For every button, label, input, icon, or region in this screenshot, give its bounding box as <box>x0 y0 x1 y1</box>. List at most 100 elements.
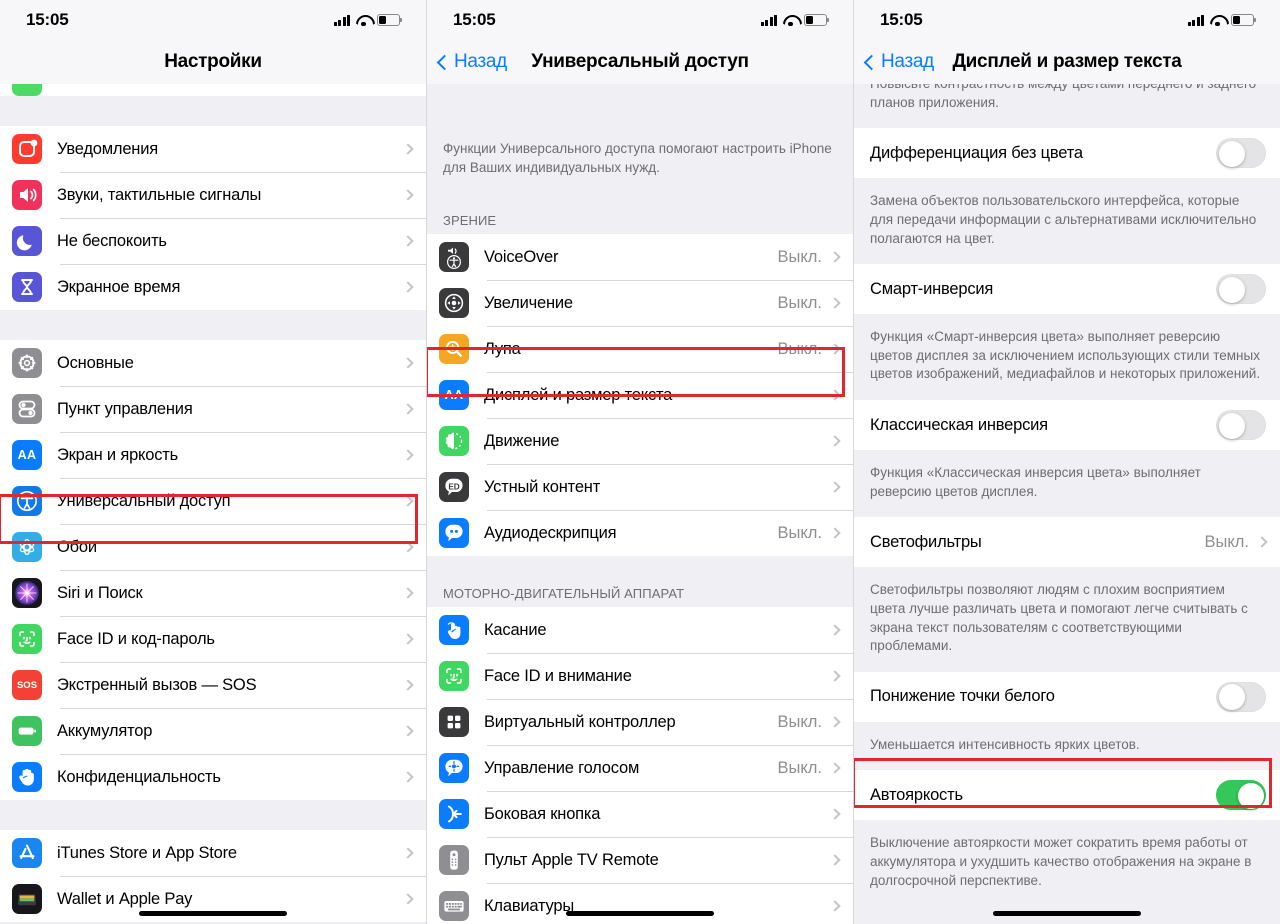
section-header-motor: МОТОРНО-ДВИГАТЕЛЬНЫЙ АППАРАТ <box>427 556 853 608</box>
back-button[interactable]: Назад <box>863 51 934 73</box>
chevron-right-icon <box>829 297 841 309</box>
display-text-size-list[interactable]: Повысьте контрастность между цветами пер… <box>854 84 1280 924</box>
accessibility-row-label: Управление голосом <box>484 758 640 777</box>
row-differentiate-without-color[interactable]: Дифференциация без цвета <box>854 128 1280 179</box>
accessibility-row-value: Выкл. <box>777 339 822 358</box>
accessibility-list[interactable]: Функции Универсального доступа помогают … <box>427 84 853 924</box>
accessibility-row-value: Выкл. <box>777 293 822 312</box>
row-color-filters[interactable]: Светофильтры Выкл. <box>854 517 1280 568</box>
row-label: Светофильтры <box>870 532 982 551</box>
accessibility-row-label: Виртуальный контроллер <box>484 712 676 731</box>
settings-row-label: Siri и Поиск <box>57 583 143 602</box>
settings-row-face-id-passcode[interactable]: Face ID и код-пароль <box>0 616 426 662</box>
settings-row-label: Экран и яркость <box>57 445 179 464</box>
settings-row-do-not-disturb[interactable]: Не беспокоить <box>0 218 426 264</box>
reduce-white-point-toggle[interactable] <box>1216 681 1266 712</box>
settings-row-emergency-sos[interactable]: SOS Экстренный вызов — SOS <box>0 662 426 708</box>
accessibility-row-zoom[interactable]: Увеличение Выкл. <box>427 280 853 327</box>
row-classic-invert[interactable]: Классическая инверсия <box>854 400 1280 450</box>
do-not-disturb-icon <box>12 226 42 256</box>
settings-row-control-center[interactable]: Пункт управления <box>0 386 426 432</box>
settings-row-label: Универсальный доступ <box>57 491 231 510</box>
spoken-content-icon: ED <box>439 472 469 503</box>
back-button-label: Назад <box>881 51 934 72</box>
group-color-filters: Светофильтры Выкл. <box>854 517 1280 568</box>
status-icons <box>760 14 829 27</box>
chevron-right-icon <box>402 235 414 247</box>
accessibility-row-switch-control[interactable]: Виртуальный контроллер Выкл. <box>427 699 853 746</box>
back-button[interactable]: Назад <box>436 51 507 73</box>
chevron-right-icon <box>402 847 414 859</box>
cellular-signal-icon <box>760 14 777 26</box>
classic-invert-toggle[interactable] <box>1216 410 1266 440</box>
accessibility-row-magnifier[interactable]: Лупа Выкл. <box>427 326 853 373</box>
page-title: Настройки <box>164 51 262 72</box>
svg-text:ED: ED <box>448 483 459 492</box>
audio-description-icon <box>439 518 469 549</box>
back-button-label: Назад <box>454 51 507 72</box>
settings-row-battery[interactable]: Аккумулятор <box>0 708 426 754</box>
settings-list[interactable]: Уведомления Звуки, тактильные сигналы Не… <box>0 84 426 924</box>
accessibility-row-motion[interactable]: Движение <box>427 418 853 465</box>
footer-auto-brightness: Выключение автояркости может сократить в… <box>854 820 1280 907</box>
chevron-right-icon <box>829 670 841 682</box>
differentiate-without-color-toggle[interactable] <box>1216 138 1266 169</box>
accessibility-row-keyboards[interactable]: Клавиатуры <box>427 883 853 924</box>
accessibility-row-apple-tv-remote[interactable]: Пульт Apple TV Remote <box>427 837 853 884</box>
row-reduce-white-point[interactable]: Понижение точки белого <box>854 671 1280 722</box>
accessibility-row-side-button[interactable]: Боковая кнопка <box>427 791 853 838</box>
settings-row-general[interactable]: Основные <box>0 340 426 386</box>
switch-control-icon <box>439 707 469 738</box>
battery-settings-icon <box>12 716 42 746</box>
accessibility-row-label: Движение <box>484 431 560 450</box>
accessibility-row-touch[interactable]: Касание <box>427 607 853 654</box>
auto-brightness-toggle[interactable] <box>1216 780 1266 811</box>
status-bar-2: 15:05 <box>427 0 853 40</box>
sos-icon: SOS <box>12 670 42 700</box>
clipped-top-row[interactable] <box>0 84 426 96</box>
smart-invert-toggle[interactable] <box>1216 274 1266 305</box>
accessibility-row-face-id-attention[interactable]: Face ID и внимание <box>427 653 853 700</box>
row-label: Дифференциация без цвета <box>870 143 1083 162</box>
accessibility-row-label: Увеличение <box>484 293 573 312</box>
settings-row-label: Уведомления <box>57 139 158 158</box>
chevron-right-icon <box>829 762 841 774</box>
settings-row-label: Wallet и Apple Pay <box>57 889 193 908</box>
row-auto-brightness[interactable]: Автояркость <box>854 770 1280 821</box>
wifi-icon <box>356 15 371 27</box>
settings-row-notifications[interactable]: Уведомления <box>0 126 426 172</box>
nav-bar-3: Назад Дисплей и размер текста <box>854 40 1280 84</box>
accessibility-row-voiceover[interactable]: VoiceOver Выкл. <box>427 234 853 281</box>
row-smart-invert[interactable]: Смарт-инверсия <box>854 264 1280 315</box>
settings-row-display-brightness[interactable]: AA Экран и яркость <box>0 432 426 478</box>
battery-icon <box>804 14 829 26</box>
settings-row-label: Экранное время <box>57 277 181 296</box>
chevron-right-icon <box>829 900 841 912</box>
row-label: Классическая инверсия <box>870 415 1048 434</box>
settings-row-siri-search[interactable]: Siri и Поиск <box>0 570 426 616</box>
settings-row-sounds[interactable]: Звуки, тактильные сигналы <box>0 172 426 218</box>
footer-differentiate: Замена объектов пользовательского интерф… <box>854 178 1280 265</box>
accessibility-row-voice-control[interactable]: Управление голосом Выкл. <box>427 745 853 792</box>
screen-time-icon <box>12 272 42 302</box>
accessibility-icon <box>12 486 42 516</box>
accessibility-row-spoken-content[interactable]: ED Устный контент <box>427 464 853 511</box>
group-separator <box>0 800 426 830</box>
status-time: 15:05 <box>26 10 69 29</box>
settings-row-itunes-app-store[interactable]: iTunes Store и App Store <box>0 830 426 876</box>
chevron-right-icon <box>829 527 841 539</box>
settings-row-label: Аккумулятор <box>57 721 153 740</box>
accessibility-row-display-text-size[interactable]: AA Дисплей и размер текста <box>427 372 853 419</box>
accessibility-row-audio-description[interactable]: Аудиодескрипция Выкл. <box>427 510 853 557</box>
settings-row-wallpaper[interactable]: Обои <box>0 524 426 570</box>
status-bar-1: 15:05 <box>0 0 426 40</box>
zoom-icon <box>439 288 469 319</box>
settings-row-screen-time[interactable]: Экранное время <box>0 264 426 310</box>
settings-row-privacy[interactable]: Конфиденциальность <box>0 754 426 800</box>
vision-group: VoiceOver Выкл. Увеличение Выкл. Лупа Вы… <box>427 234 853 557</box>
chevron-right-icon <box>829 481 841 493</box>
toggle-group-differentiate: Дифференциация без цвета <box>854 128 1280 179</box>
settings-row-accessibility[interactable]: Универсальный доступ <box>0 478 426 524</box>
phone-screen-display-text-size: 15:05 Назад Дисплей и размер текста Повы… <box>854 0 1280 924</box>
chevron-right-icon <box>402 725 414 737</box>
